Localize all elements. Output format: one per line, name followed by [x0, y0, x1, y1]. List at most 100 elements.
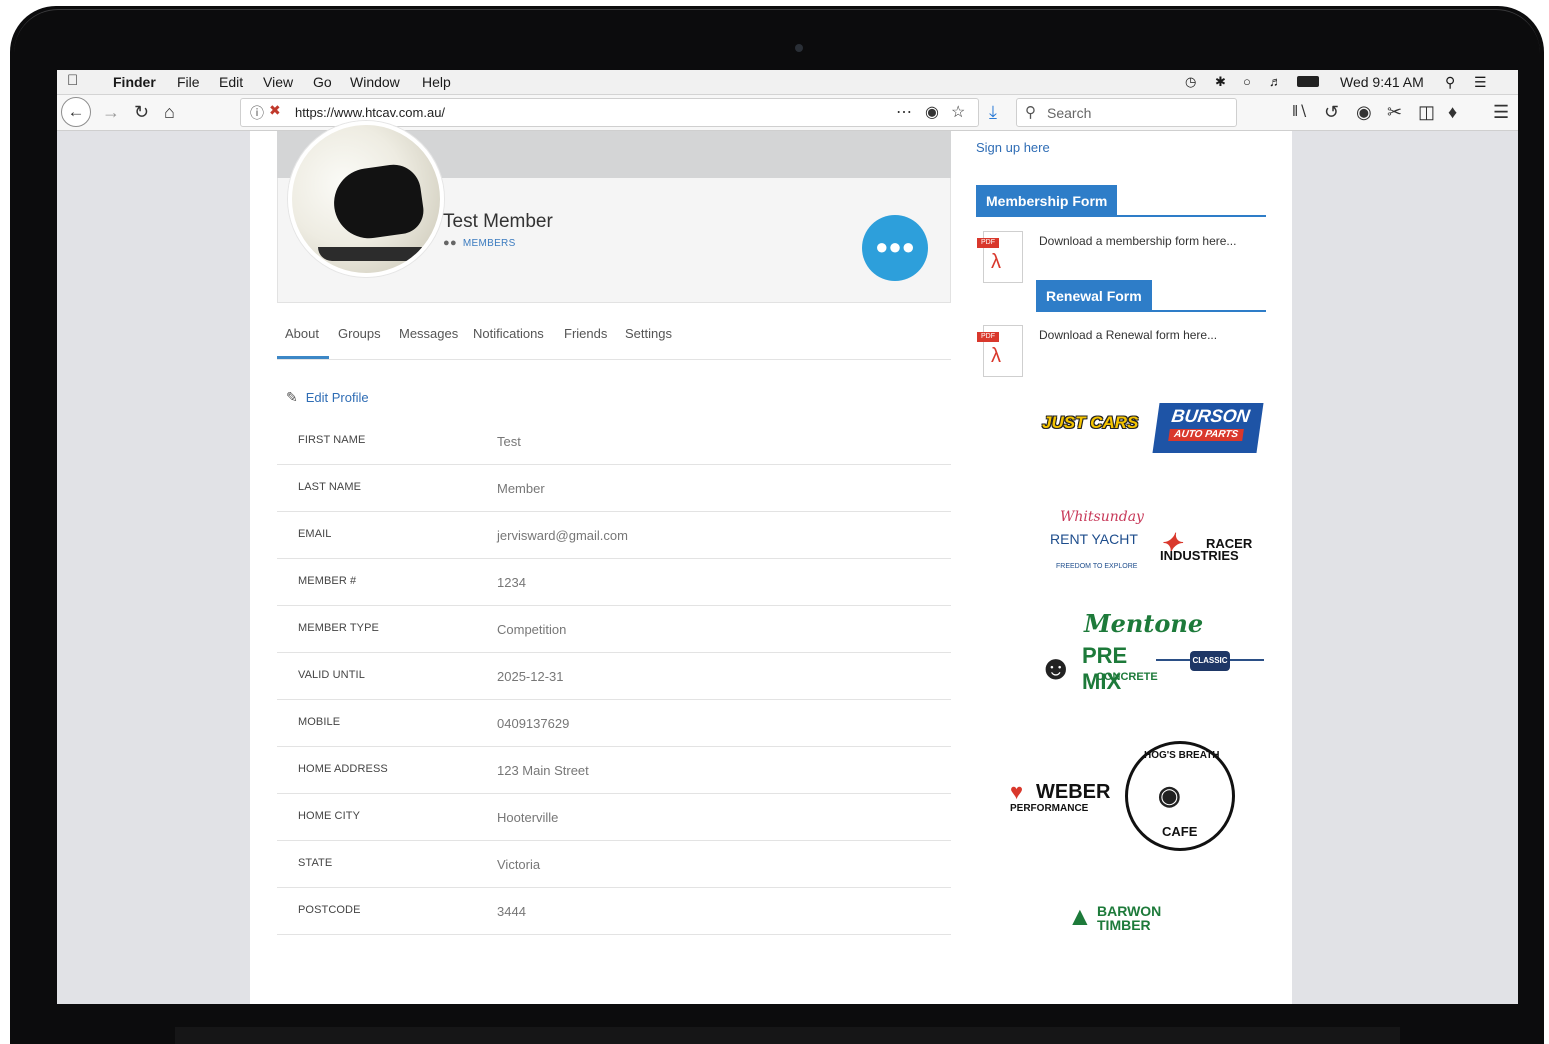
field-value: Victoria: [497, 857, 541, 872]
member-group[interactable]: ●● MEMBERS: [443, 237, 516, 249]
racer-sub: INDUSTRIES: [1160, 548, 1239, 563]
sponsor-just-cars-logo[interactable]: JUST CARS: [1042, 413, 1138, 433]
sponsor-weber-logo[interactable]: ♥ WEBER PERFORMANCE: [1010, 779, 1120, 814]
spotlight-icon[interactable]: ⚲: [1445, 74, 1455, 91]
home-button[interactable]: ⌂: [164, 101, 175, 123]
group-avatar[interactable]: ●●●: [862, 215, 928, 281]
tab-about[interactable]: About: [285, 326, 319, 341]
sponsor-racer-industries-logo[interactable]: ✦ RACER INDUSTRIES: [1160, 526, 1260, 566]
field-row-member-number: MEMBER # 1234: [277, 558, 951, 606]
sponsor-rent-a-yacht-logo[interactable]: RENT YACHT: [1050, 531, 1138, 547]
tree-icon: ▲: [1067, 901, 1093, 931]
group-icon: ●●: [443, 237, 457, 249]
menu-window[interactable]: Window: [350, 74, 400, 90]
membership-pdf-icon[interactable]: PDF λ: [977, 231, 1023, 283]
member-name: Test Member: [443, 211, 553, 232]
bookmark-star-icon[interactable]: ☆: [951, 102, 965, 122]
premix-name: PRE MIX: [1082, 643, 1128, 694]
url-text[interactable]: https://www.htcav.com.au/: [295, 105, 445, 120]
field-value: Member: [497, 481, 545, 496]
back-button[interactable]: ←: [61, 97, 91, 127]
helmet-edge: [318, 247, 422, 261]
search-placeholder[interactable]: Search: [1047, 105, 1091, 121]
field-row-postcode: POSTCODE 3444: [277, 887, 951, 935]
tab-friends[interactable]: Friends: [564, 326, 607, 341]
weber-sub: PERFORMANCE: [1010, 803, 1089, 814]
bluetooth-icon[interactable]: ✱: [1215, 74, 1226, 90]
field-value: 123 Main Street: [497, 763, 589, 778]
membership-download-link[interactable]: Download a membership form here...: [1039, 234, 1236, 248]
wifi-icon[interactable]: ○: [1243, 74, 1251, 89]
renewal-download-link[interactable]: Download a Renewal form here...: [1039, 328, 1217, 342]
field-label: HOME ADDRESS: [298, 763, 388, 775]
pdf-label: PDF: [977, 238, 999, 248]
concrete-name: CONCRETE: [1096, 671, 1158, 683]
acrobat-icon: λ: [991, 345, 1001, 367]
pocket-icon[interactable]: ◉: [925, 102, 939, 122]
field-row-member-type: MEMBER TYPE Competition: [277, 605, 951, 653]
field-label: EMAIL: [298, 528, 332, 540]
sponsor-hogs-breath-logo[interactable]: HOG'S BREATH ◉ CAFE: [1125, 741, 1235, 851]
weber-heart-icon: ♥: [1010, 779, 1024, 804]
sponsor-whitsunday-script: Whitsunday: [1060, 509, 1144, 525]
page-actions-icon[interactable]: ⋯: [896, 102, 912, 122]
time-machine-icon[interactable]: ◷: [1185, 74, 1196, 90]
sponsor-burson-logo[interactable]: BURSON AUTO PARTS: [1152, 403, 1264, 453]
field-row-mobile: MOBILE 0409137629: [277, 699, 951, 747]
menu-help[interactable]: Help: [422, 74, 451, 90]
sponsor-barwon-timber-logo[interactable]: ▲ BARWON TIMBER: [1067, 901, 1177, 935]
menu-finder[interactable]: Finder: [113, 74, 156, 90]
profile-tabs: About Groups Messages Notifications Frie…: [277, 321, 951, 360]
download-icon[interactable]: ⤓: [989, 101, 997, 123]
field-value: Competition: [497, 622, 567, 637]
menu-edit[interactable]: Edit: [219, 74, 243, 90]
notification-center-icon[interactable]: ☰: [1474, 74, 1487, 91]
group-people-icon: ●●●: [875, 234, 915, 259]
laptop-hinge: [175, 1027, 1400, 1044]
search-icon: ⚲: [1025, 104, 1036, 121]
edit-profile-label[interactable]: Edit Profile: [306, 390, 369, 405]
addon-icon[interactable]: ♦: [1448, 101, 1457, 123]
signup-link[interactable]: Sign up here: [976, 140, 1050, 155]
search-box[interactable]: ⚲ Search: [1016, 98, 1237, 127]
member-group-label[interactable]: MEMBERS: [463, 238, 516, 249]
tab-messages[interactable]: Messages: [399, 326, 458, 341]
membership-form-heading: Membership Form: [976, 185, 1118, 217]
field-row-state: STATE Victoria: [277, 840, 951, 888]
mac-menu-bar:  Finder File Edit View Go Window Help ◷…: [57, 70, 1518, 95]
library-icon[interactable]: ‖∖: [1292, 101, 1308, 123]
apple-icon[interactable]: : [67, 72, 78, 89]
field-label: HOME CITY: [298, 810, 361, 822]
field-row-home-address: HOME ADDRESS 123 Main Street: [277, 746, 951, 794]
extension-icon[interactable]: ◉: [1356, 101, 1372, 123]
menu-view[interactable]: View: [263, 74, 293, 90]
volume-icon[interactable]: ♬: [1269, 74, 1282, 89]
weber-name: WEBER: [1036, 781, 1111, 803]
hogs-name: HOG'S BREATH: [1144, 750, 1220, 761]
web-page: Test Member ●● MEMBERS ●●● About Groups M…: [250, 121, 1292, 1004]
edit-profile-link[interactable]: ✎ Edit Profile: [286, 389, 369, 406]
clock[interactable]: Wed 9:41 AM: [1340, 74, 1424, 90]
field-value: jervisward@gmail.com: [497, 528, 628, 543]
sidebar-icon[interactable]: ◫: [1418, 101, 1435, 123]
battery-icon[interactable]: [1297, 76, 1319, 87]
tab-groups[interactable]: Groups: [338, 326, 381, 341]
site-info-icon[interactable]: ⓘ: [250, 103, 264, 123]
insecure-lock-icon[interactable]: ✖: [269, 102, 281, 119]
screenshot-icon[interactable]: ✂: [1387, 101, 1402, 123]
reload-button[interactable]: ↻: [134, 101, 149, 123]
forward-button[interactable]: →: [102, 101, 120, 123]
renewal-pdf-icon[interactable]: PDF λ: [977, 325, 1023, 377]
sponsor-mentone-premix-logo[interactable]: Mentone PRE MIX CONCRETE ☻: [1038, 609, 1203, 719]
menu-file[interactable]: File: [177, 74, 200, 90]
tab-settings[interactable]: Settings: [625, 326, 672, 341]
menu-icon[interactable]: ☰: [1493, 101, 1509, 123]
field-label: POSTCODE: [298, 904, 361, 916]
history-icon[interactable]: ↺: [1324, 101, 1339, 123]
laptop-rim: [14, 9, 1540, 70]
menu-go[interactable]: Go: [313, 74, 332, 90]
tab-notifications[interactable]: Notifications: [473, 326, 544, 341]
burson-name: BURSON: [1170, 406, 1252, 426]
sponsor-performance-classic-logo[interactable]: CLASSIC: [1156, 651, 1264, 681]
avatar[interactable]: [288, 121, 444, 277]
